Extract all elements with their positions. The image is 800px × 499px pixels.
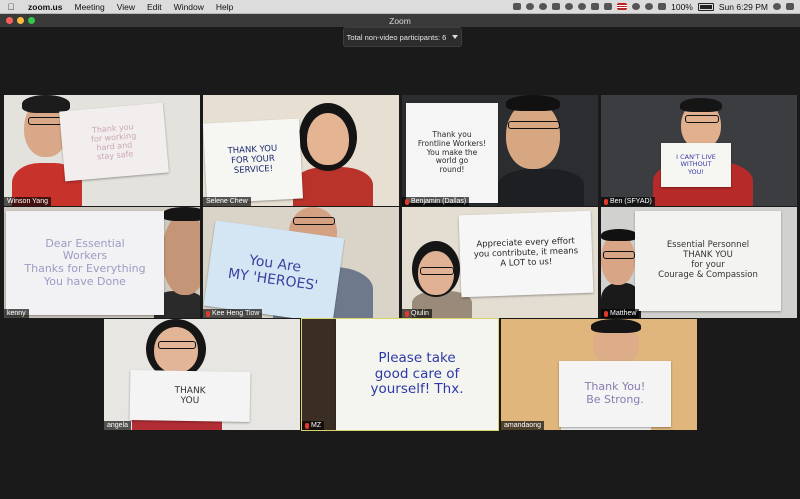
video-tile-kee-heng-tiow[interactable]: You Are MY 'HEROES' Kee Heng Tiow <box>203 207 399 318</box>
sync-icon[interactable] <box>578 3 587 10</box>
mic-muted-icon <box>405 198 409 205</box>
non-video-participants-label: Total non-video participants: 6 <box>346 32 447 42</box>
cloud-icon[interactable] <box>565 3 574 10</box>
sign-card: Thank You! Be Strong. <box>559 361 671 427</box>
status-app-icon[interactable] <box>552 3 561 10</box>
menu-view[interactable]: View <box>111 2 141 12</box>
video-tile-kenny[interactable]: Dear Essential Workers Thanks for Everyt… <box>4 207 200 318</box>
participant-name-label: MZ <box>302 421 325 430</box>
participant-name: Kee Heng Tiow <box>212 310 260 317</box>
participant-name: angela <box>107 422 129 429</box>
mic-muted-icon <box>305 422 309 429</box>
sign-card: Thank you for working hard and stay safe <box>59 102 169 182</box>
participant-name-label: amandaong <box>501 421 544 430</box>
sign-card: Thank you Frontline Workers! You make th… <box>406 103 498 203</box>
battery-percent: 100% <box>671 1 693 12</box>
participant-name-label: Matthew <box>601 309 640 318</box>
non-video-participants-dropdown[interactable]: Total non-video participants: 6 <box>343 27 462 47</box>
participant-name-label: Benjamin (Dallas) <box>402 197 470 206</box>
menu-list-icon[interactable] <box>786 3 794 10</box>
video-tile-amandaong[interactable]: Thank You! Be Strong. amandaong <box>501 319 697 430</box>
participant-name-label: Winson Yang <box>4 197 51 206</box>
video-tile-benjamin-dallas[interactable]: Thank you Frontline Workers! You make th… <box>402 95 598 206</box>
window-title: Zoom <box>389 15 411 26</box>
participant-name-label: kenny <box>4 309 29 318</box>
mic-muted-icon <box>405 310 409 317</box>
window-title-bar: Zoom <box>0 14 800 27</box>
sign-card: THANK YOU <box>129 369 251 423</box>
wifi-icon[interactable] <box>645 3 654 10</box>
participant-name-label: Ben (SFYAD) <box>601 197 655 206</box>
participant-name: Ben (SFYAD) <box>610 198 652 205</box>
participant-name-label: Kee Heng Tiow <box>203 309 263 318</box>
participant-name: Qiulin <box>411 310 429 317</box>
wechat-icon[interactable] <box>526 3 535 10</box>
participant-name: Selene Chew <box>206 198 248 205</box>
participant-name-label: Qiulin <box>402 309 432 318</box>
mic-muted-icon <box>604 310 608 317</box>
video-tile-selene-chew[interactable]: THANK YOU FOR YOUR SERVICE! Selene Chew <box>203 95 399 206</box>
battery-icon[interactable] <box>697 2 714 11</box>
video-tile-matthew[interactable]: Essential Personnel THANK YOU for your C… <box>601 207 797 318</box>
participant-name: kenny <box>7 310 26 317</box>
menu-window[interactable]: Window <box>168 2 210 12</box>
participant-name: Benjamin (Dallas) <box>411 198 467 205</box>
menu-app-zoom[interactable]: zoom.us <box>22 2 68 12</box>
menubar-clock[interactable]: Sun 6:29 PM <box>719 2 768 12</box>
video-tile-winson-yang[interactable]: Thank you for working hard and stay safe… <box>4 95 200 206</box>
sign-card: THANK YOU FOR YOUR SERVICE! <box>203 118 304 204</box>
sign-card: Dear Essential Workers Thanks for Everyt… <box>6 211 164 315</box>
participant-name: MZ <box>311 422 322 429</box>
menu-help[interactable]: Help <box>210 2 239 12</box>
mic-muted-icon <box>206 310 210 317</box>
mic-muted-icon <box>604 198 608 205</box>
participant-name: Matthew <box>610 310 637 317</box>
participant-name: amandaong <box>504 422 541 429</box>
participant-name-label: Selene Chew <box>203 197 251 206</box>
video-tile-qiulin[interactable]: Appreciate every effort you contribute, … <box>402 207 598 318</box>
apple-menu-icon[interactable]:  <box>0 2 22 12</box>
sign-card: Please take good care of yourself! Thx. <box>336 319 498 430</box>
sign-card: Appreciate every effort you contribute, … <box>458 210 594 298</box>
us-flag-input-icon[interactable] <box>617 3 628 10</box>
screen-icon[interactable] <box>604 3 613 10</box>
status-app-icon[interactable] <box>591 3 600 10</box>
volume-icon[interactable] <box>658 3 667 10</box>
video-tile-angela[interactable]: THANK YOU angela <box>104 319 300 430</box>
sign-card: Essential Personnel THANK YOU for your C… <box>635 211 781 311</box>
chevron-down-icon <box>452 35 459 39</box>
sign-card: You Are MY 'HEROES' <box>203 220 345 318</box>
sign-card: I CAN'T LIVE WITHOUT YOU! <box>661 143 731 187</box>
participant-name: Winson Yang <box>7 198 48 205</box>
menu-edit[interactable]: Edit <box>141 2 168 12</box>
bluetooth-icon[interactable] <box>632 3 641 10</box>
video-tile-ben-sfyad[interactable]: I CAN'T LIVE WITHOUT YOU! Ben (SFYAD) <box>601 95 797 206</box>
participant-name-label: angela <box>104 421 132 430</box>
macos-menu-bar:  zoom.us Meeting View Edit Window Help … <box>0 0 800 14</box>
video-tile-mz-active-speaker[interactable]: Please take good care of yourself! Thx. … <box>301 318 499 431</box>
chat-bubble-icon[interactable] <box>539 3 548 10</box>
status-area: 100% Sun 6:29 PM <box>513 2 800 12</box>
menu-meeting[interactable]: Meeting <box>68 2 110 12</box>
status-app-icon[interactable] <box>513 3 522 10</box>
search-icon[interactable] <box>773 3 781 10</box>
